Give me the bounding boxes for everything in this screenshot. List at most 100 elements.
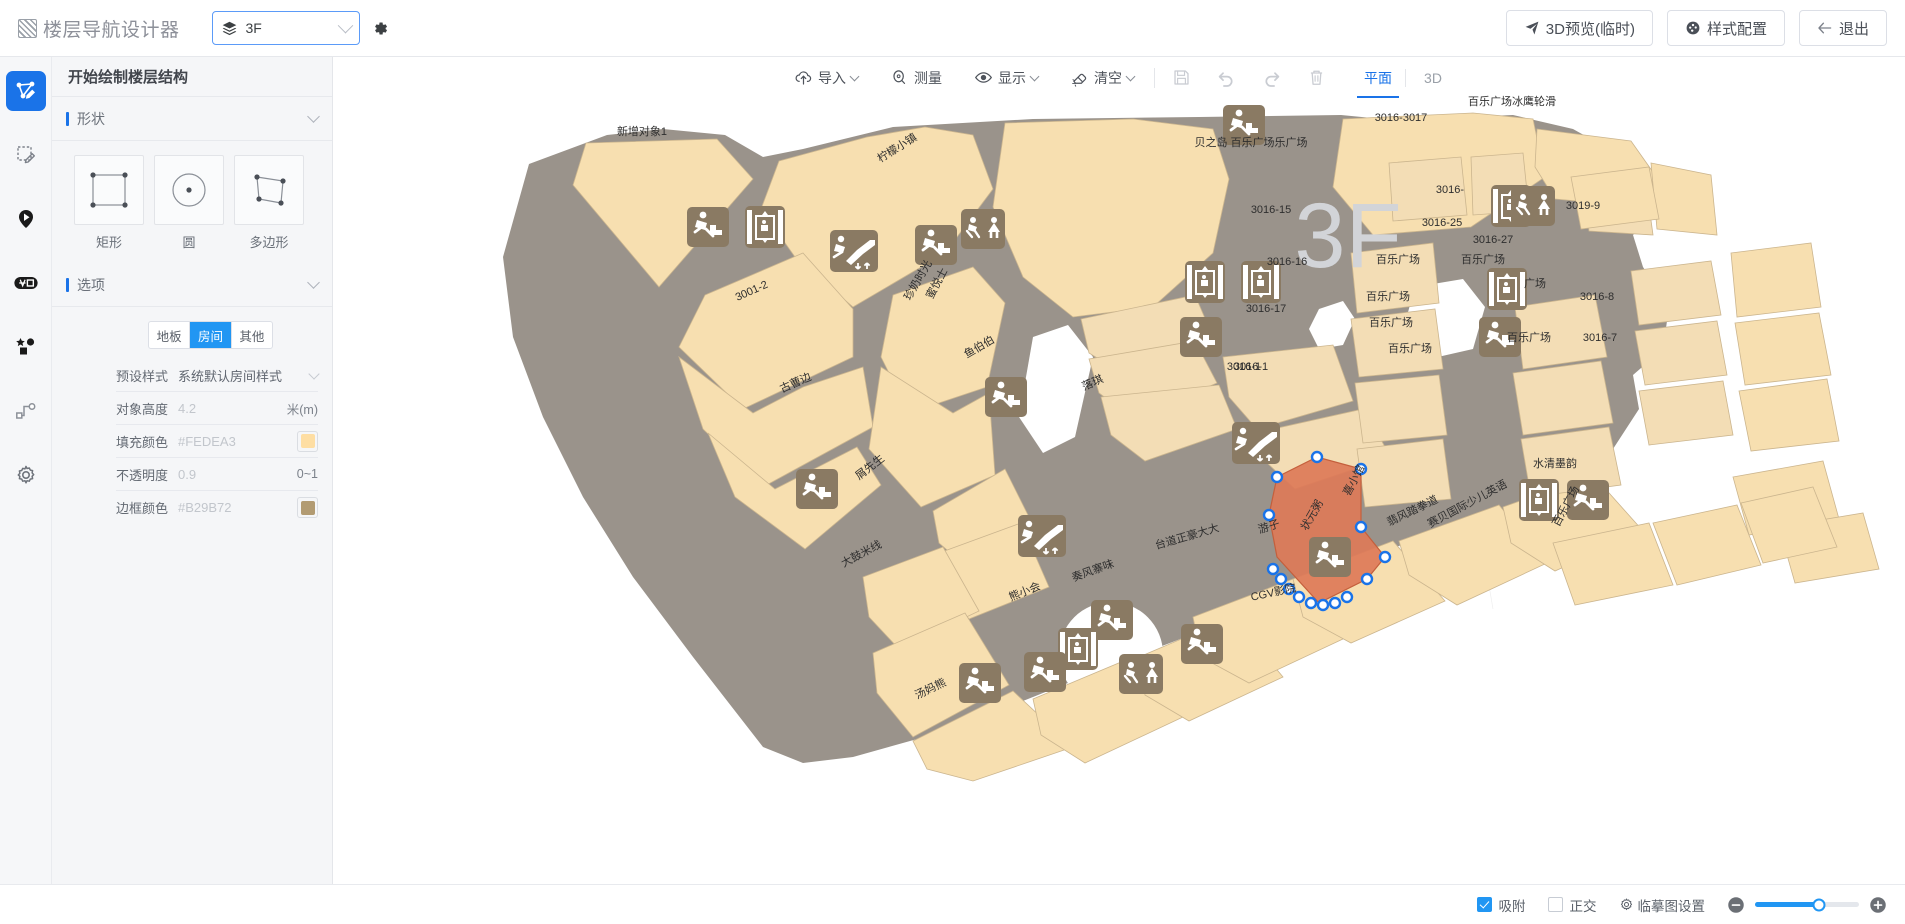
floor-settings-button[interactable]	[370, 17, 392, 39]
map-canvas[interactable]: 导入 测量	[333, 57, 1905, 884]
facility-icon-stairs[interactable]	[1181, 624, 1223, 664]
preset-style-field[interactable]: 预设样式 系统默认房间样式	[116, 359, 318, 392]
trash-icon	[1307, 68, 1326, 87]
zoom-slider-knob[interactable]	[1813, 898, 1826, 911]
floor-map-svg[interactable]: 3F 3021	[333, 57, 1905, 883]
facility-icon-stairs[interactable]	[796, 469, 838, 509]
border-color-field[interactable]: 边框颜色 #B29B72	[116, 491, 318, 524]
facility-icon-stairs[interactable]	[985, 377, 1027, 417]
sidebar-item-entrance[interactable]	[6, 263, 46, 303]
facility-icon-stairs[interactable]	[1309, 537, 1351, 577]
fill-color-field[interactable]: 填充颜色 #FEDEA3	[116, 425, 318, 458]
trace-settings-button[interactable]: 临摹图设置	[1619, 895, 1706, 915]
room-label: 3016-16	[1267, 256, 1307, 268]
tab-plan[interactable]: 平面	[1351, 58, 1405, 98]
facility-badge	[959, 663, 1001, 703]
zoom-slider[interactable]	[1755, 902, 1859, 907]
object-height-field[interactable]: 对象高度 4.2 米(m)	[116, 392, 318, 425]
object-height-value[interactable]: 4.2	[178, 401, 196, 416]
tab-floor[interactable]: 地板	[149, 322, 190, 348]
facility-badge	[985, 377, 1027, 417]
facility-icon-elevator[interactable]	[1185, 261, 1225, 303]
sidebar-item-draw-structure[interactable]	[6, 71, 46, 111]
opacity-value[interactable]: 0.9	[178, 467, 196, 482]
facility-icon-stairs[interactable]	[959, 663, 1001, 703]
view-mode-tabs: 平面 3D	[1351, 58, 1460, 98]
minus-circle-icon[interactable]	[1727, 896, 1745, 914]
shape-polygon-label: 多边形	[234, 232, 304, 251]
chevron-down-icon	[308, 368, 319, 379]
sidebar-item-assets[interactable]	[6, 327, 46, 367]
opacity-field[interactable]: 不透明度 0.9 0~1	[116, 458, 318, 491]
room-label: 百乐广场	[1369, 315, 1413, 329]
preview-3d-button[interactable]: 3D预览(临时)	[1506, 10, 1653, 46]
facility-icon-elevator[interactable]	[745, 206, 785, 248]
facility-icon-escalator[interactable]	[1232, 422, 1280, 464]
facility-icon-stairs[interactable]	[915, 225, 957, 265]
chevron-down-icon	[307, 110, 320, 123]
facility-badge	[1024, 652, 1066, 692]
facility-icon-stairs[interactable]	[1180, 317, 1222, 357]
sidebar-item-poi[interactable]	[6, 199, 46, 239]
floor-select[interactable]: 3F	[212, 11, 360, 45]
tab-room[interactable]: 房间	[190, 322, 231, 348]
display-button[interactable]: 显示	[958, 58, 1054, 98]
delete-button[interactable]	[1294, 58, 1339, 98]
sidebar-item-edit-region[interactable]	[6, 135, 46, 175]
border-color-value[interactable]: #B29B72	[178, 500, 232, 515]
room-label: 3016-15	[1251, 204, 1291, 216]
snap-checkbox[interactable]: 吸附	[1477, 895, 1526, 915]
facility-badge	[961, 209, 1005, 249]
facility-icon-elevator[interactable]	[1519, 479, 1559, 521]
ortho-checkbox[interactable]: 正交	[1548, 895, 1597, 915]
plus-circle-icon[interactable]	[1869, 896, 1887, 914]
facility-icon-escalator[interactable]	[830, 230, 878, 272]
checkbox-box	[1477, 897, 1492, 912]
clear-button[interactable]: 清空	[1054, 58, 1150, 98]
room-label: 百乐广场冰鹰轮滑	[1468, 94, 1556, 108]
border-color-swatch[interactable]	[297, 497, 318, 518]
tab-other[interactable]: 其他	[232, 322, 272, 348]
room-label: 3016-3017	[1375, 112, 1428, 124]
floor-map[interactable]: 3F 3021	[333, 57, 1905, 884]
star-shapes-icon	[14, 335, 38, 359]
fill-color-swatch[interactable]	[297, 431, 318, 452]
shape-circle-label: 圆	[154, 232, 224, 251]
section-accent-bar	[66, 112, 69, 126]
room-label: 广场	[1524, 276, 1546, 290]
room-label: 3016-7	[1583, 332, 1617, 344]
exit-label: 退出	[1839, 18, 1869, 39]
measure-button[interactable]: 测量	[874, 58, 958, 98]
room-label: 百乐广场	[1366, 289, 1410, 303]
arrow-left-icon	[1817, 21, 1833, 35]
facility-icon-stairs[interactable]	[1024, 652, 1066, 692]
style-config-button[interactable]: 样式配置	[1667, 10, 1785, 46]
exit-button[interactable]: 退出	[1799, 10, 1887, 46]
sidebar-item-path[interactable]	[6, 391, 46, 431]
facility-icon-escalator[interactable]	[1018, 515, 1066, 557]
shape-section-header[interactable]: 形状	[52, 97, 332, 141]
options-section-header[interactable]: 选项	[52, 263, 332, 307]
chevron-down-icon	[850, 71, 860, 81]
tab-3d[interactable]: 3D	[1406, 58, 1460, 98]
facility-badge	[1180, 317, 1222, 357]
room-label: 3019-9	[1566, 200, 1600, 212]
facility-icon-elevator[interactable]	[1487, 268, 1527, 310]
floor-select-value: 3F	[246, 20, 332, 36]
redo-icon	[1262, 68, 1281, 87]
chevron-down-icon	[337, 17, 353, 33]
facility-icon-stairs[interactable]	[687, 207, 729, 247]
app-brand: 楼层导航设计器	[18, 15, 180, 42]
palette-icon	[1685, 20, 1701, 36]
shape-polygon[interactable]: 多边形	[234, 155, 304, 251]
sidebar-item-settings[interactable]	[6, 455, 46, 495]
shape-rectangle[interactable]: 矩形	[74, 155, 144, 251]
import-button[interactable]: 导入	[778, 58, 874, 98]
redo-button[interactable]	[1249, 58, 1294, 98]
shape-circle[interactable]: 圆	[154, 155, 224, 251]
facility-badge	[1119, 654, 1163, 694]
save-button[interactable]	[1159, 58, 1204, 98]
opacity-unit: 0~1	[297, 467, 318, 481]
fill-color-value[interactable]: #FEDEA3	[178, 434, 236, 449]
undo-button[interactable]	[1204, 58, 1249, 98]
